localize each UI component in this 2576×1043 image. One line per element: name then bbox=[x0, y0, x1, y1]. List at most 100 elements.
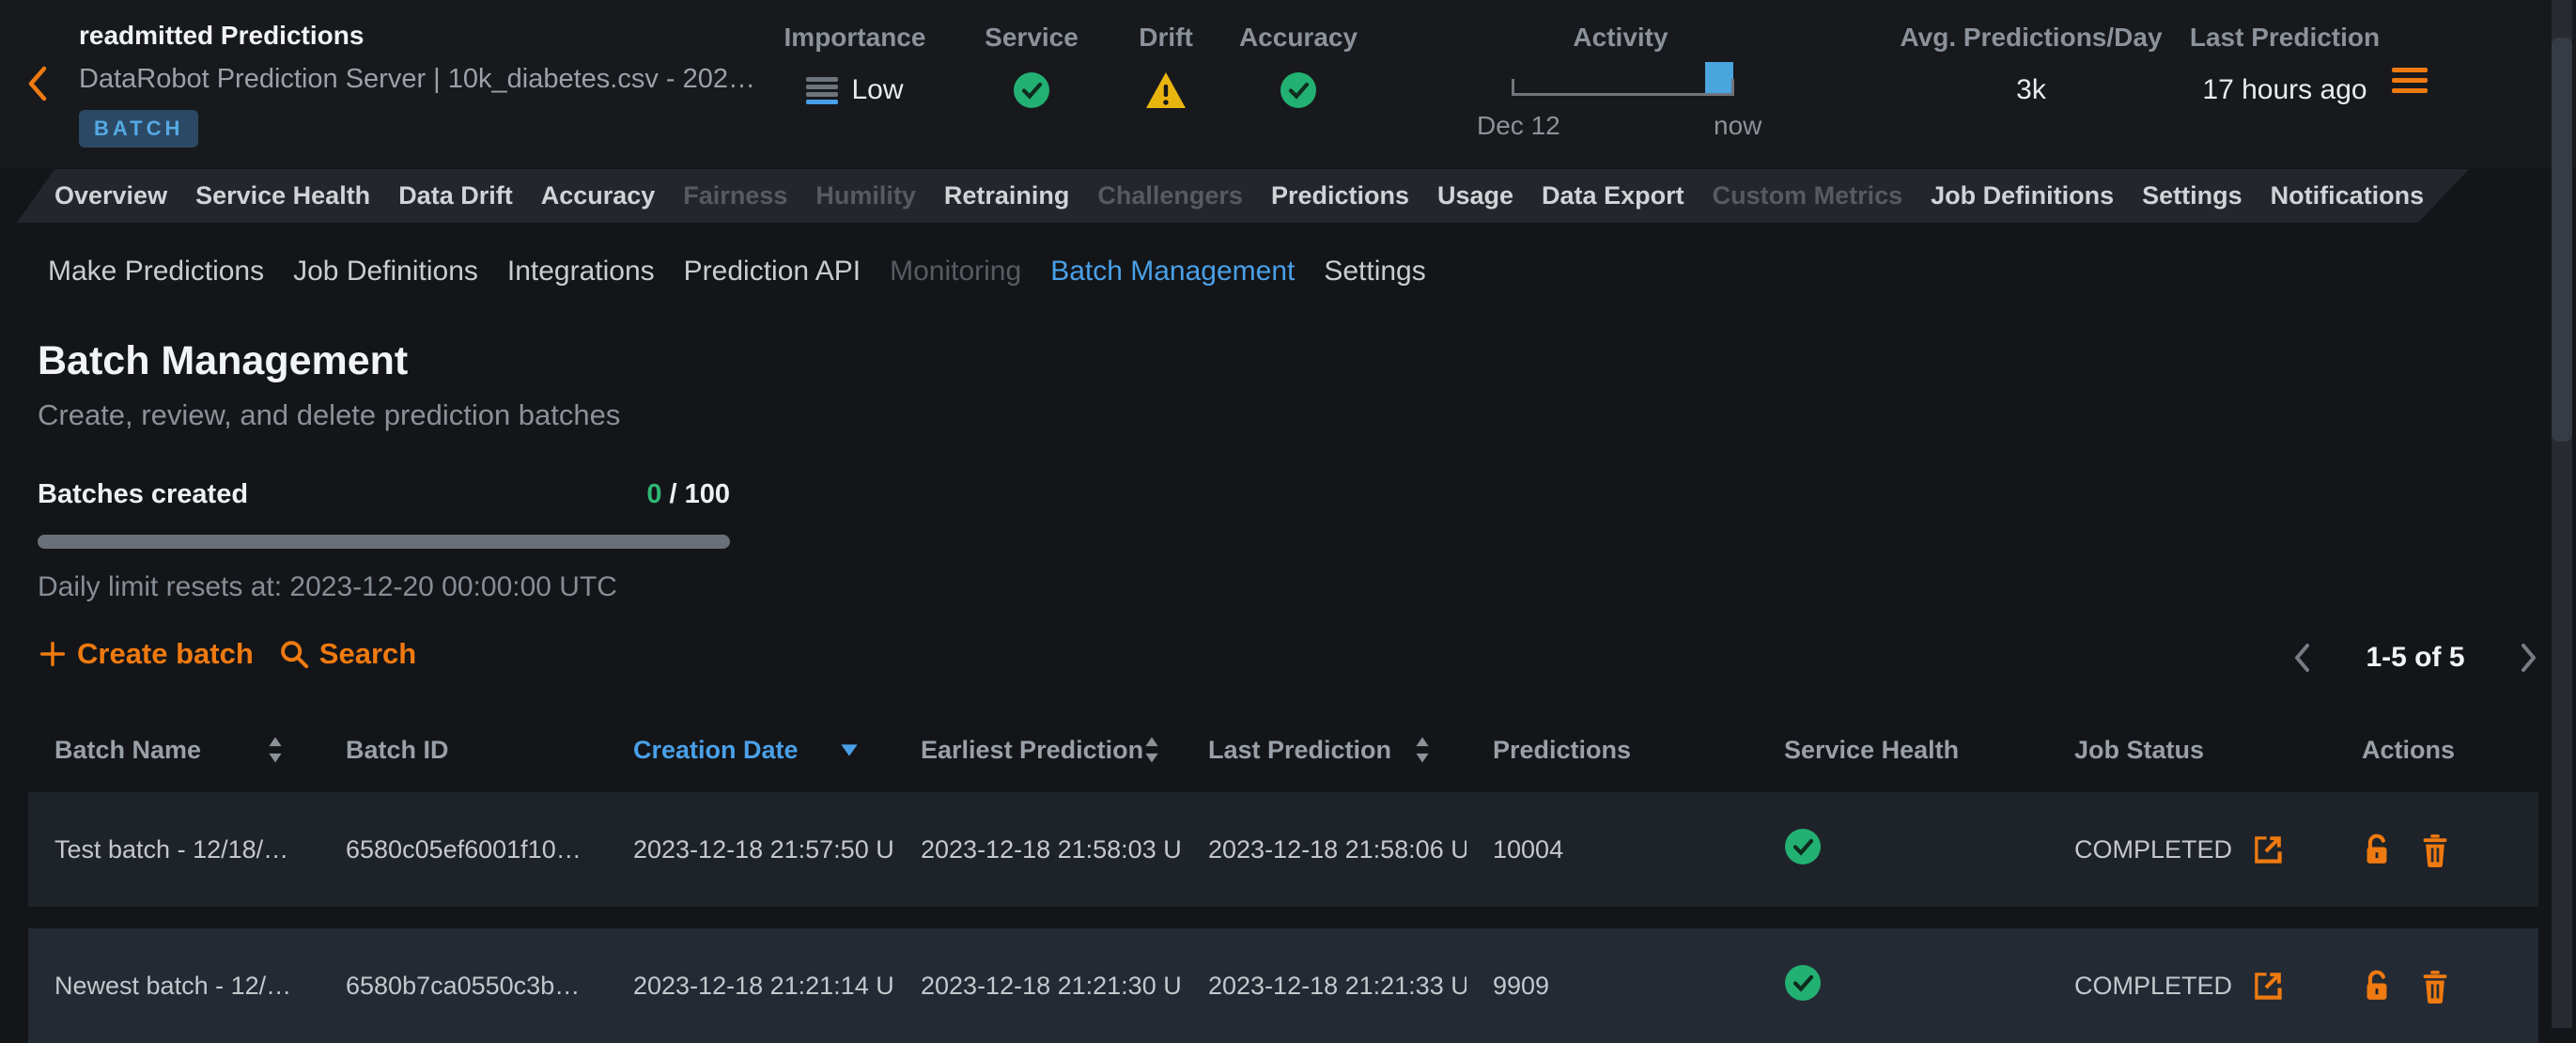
metric-label: Drift bbox=[1110, 23, 1222, 53]
activity-range-end: now bbox=[1714, 111, 1761, 141]
search-label: Search bbox=[319, 637, 416, 671]
main-tab-custom-metrics[interactable]: Custom Metrics bbox=[1713, 181, 1903, 210]
main-tab-data-export[interactable]: Data Export bbox=[1542, 181, 1684, 210]
create-batch-button[interactable]: Create batch bbox=[38, 637, 254, 671]
main-tab-humility[interactable]: Humility bbox=[815, 181, 916, 210]
metric-accuracy: Accuracy bbox=[1223, 0, 1373, 167]
metric-label: Importance bbox=[742, 23, 968, 53]
main-tab-retraining[interactable]: Retraining bbox=[944, 181, 1070, 210]
column-header-creation-date[interactable]: Creation Date bbox=[607, 724, 894, 776]
column-header-job-status: Job Status bbox=[2048, 724, 2335, 776]
quota-reset-note: Daily limit resets at: 2023-12-20 00:00:… bbox=[38, 571, 730, 603]
hamburger-icon bbox=[2392, 68, 2428, 93]
cell-predictions: 9909 bbox=[1466, 972, 1758, 1001]
column-header-actions: Actions bbox=[2335, 724, 2538, 776]
main-tab-settings[interactable]: Settings bbox=[2142, 181, 2242, 210]
sub-tab-monitoring[interactable]: Monitoring bbox=[890, 256, 1021, 288]
column-label: Batch Name bbox=[54, 736, 201, 765]
main-tab-predictions[interactable]: Predictions bbox=[1271, 181, 1409, 210]
create-batch-label: Create batch bbox=[77, 637, 254, 671]
cell-last-prediction: 2023-12-18 21:58:06 U bbox=[1182, 835, 1466, 864]
metric-drift: Drift bbox=[1110, 0, 1222, 167]
table-row[interactable]: Newest batch - 12/…6580b7ca0550c3b…2023-… bbox=[28, 928, 2538, 1043]
metric-label: Activity bbox=[1466, 23, 1776, 53]
importance-level-icon bbox=[806, 77, 838, 104]
main-tab-overview[interactable]: Overview bbox=[54, 181, 167, 210]
main-tab-job-definitions[interactable]: Job Definitions bbox=[1931, 181, 2114, 210]
deployment-menu-button[interactable] bbox=[2392, 68, 2428, 93]
column-header-batch-id: Batch ID bbox=[319, 724, 607, 776]
scrollbar-thumb[interactable] bbox=[2552, 38, 2572, 442]
back-chevron-icon bbox=[24, 64, 49, 103]
column-header-earliest-prediction[interactable]: Earliest Prediction bbox=[894, 724, 1182, 776]
main-tab-accuracy[interactable]: Accuracy bbox=[541, 181, 656, 210]
pagination: 1-5 of 5 bbox=[2292, 637, 2538, 678]
sub-tab-settings[interactable]: Settings bbox=[1324, 256, 1425, 288]
unlock-icon[interactable] bbox=[2362, 832, 2392, 867]
previous-page-button[interactable] bbox=[2292, 642, 2311, 674]
sub-tab-make-predictions[interactable]: Make Predictions bbox=[48, 256, 264, 288]
open-external-icon[interactable] bbox=[2251, 969, 2285, 1003]
page-title: Batch Management bbox=[38, 338, 408, 384]
search-button[interactable]: Search bbox=[278, 637, 416, 671]
open-external-icon[interactable] bbox=[2251, 833, 2285, 866]
service-healthy-icon bbox=[1013, 71, 1050, 109]
quota-count: 0/100 bbox=[646, 479, 730, 510]
column-header-last-prediction[interactable]: Last Prediction bbox=[1182, 724, 1466, 776]
deployment-header: readmitted Predictions DataRobot Predict… bbox=[0, 0, 2576, 167]
unlock-icon[interactable] bbox=[2362, 968, 2392, 1004]
table-header-row: Batch Name Batch IDCreation DateEarliest … bbox=[28, 724, 2538, 776]
column-label: Service Health bbox=[1784, 736, 1959, 765]
next-page-button[interactable] bbox=[2520, 642, 2538, 674]
column-label: Last Prediction bbox=[1208, 736, 1391, 765]
delete-icon[interactable] bbox=[2420, 968, 2450, 1004]
quota-progress-bar bbox=[38, 535, 730, 549]
healthy-status-icon bbox=[1784, 828, 1822, 865]
quota-label: Batches created bbox=[38, 479, 248, 510]
sub-tab-prediction-api[interactable]: Prediction API bbox=[684, 256, 861, 288]
main-tab-notifications[interactable]: Notifications bbox=[2271, 181, 2425, 210]
accuracy-healthy-icon bbox=[1280, 71, 1317, 109]
cell-earliest-prediction: 2023-12-18 21:58:03 U bbox=[894, 835, 1182, 864]
sub-tab-integrations[interactable]: Integrations bbox=[507, 256, 655, 288]
pagination-range: 1-5 of 5 bbox=[2366, 642, 2464, 674]
back-button[interactable] bbox=[24, 64, 49, 106]
column-header-predictions: Predictions bbox=[1466, 724, 1758, 776]
cell-creation-date: 2023-12-18 21:21:14 U bbox=[607, 972, 894, 1001]
drift-warning-icon bbox=[1144, 70, 1187, 110]
job-status-label: COMPLETED bbox=[2074, 835, 2232, 864]
sub-tab-batch-management[interactable]: Batch Management bbox=[1050, 256, 1295, 288]
column-label: Job Status bbox=[2074, 736, 2204, 765]
sort-toggle-icon[interactable] bbox=[1143, 736, 1160, 764]
quota-limit: 100 bbox=[685, 479, 730, 509]
cell-service-health bbox=[1758, 828, 2048, 872]
sort-desc-icon[interactable] bbox=[840, 742, 859, 757]
scrollbar-track[interactable] bbox=[2552, 0, 2572, 1028]
column-label: Predictions bbox=[1493, 736, 1631, 765]
main-tab-fairness[interactable]: Fairness bbox=[683, 181, 787, 210]
healthy-status-icon bbox=[1784, 964, 1822, 1002]
main-tab-bar: Overview Service Health Data Drift Accuracy… bbox=[17, 169, 2471, 223]
metric-importance: Importance Low bbox=[742, 0, 968, 167]
cell-job-status: COMPLETED bbox=[2048, 833, 2335, 866]
cell-actions bbox=[2335, 832, 2538, 867]
quota-used: 0 bbox=[646, 479, 661, 509]
table-row[interactable]: Test batch - 12/18/…6580c05ef6001f10…202… bbox=[28, 792, 2538, 907]
metric-label: Last Prediction bbox=[2163, 23, 2407, 53]
deployment-subtitle: DataRobot Prediction Server | 10k_diabet… bbox=[79, 64, 755, 95]
sub-tab-job-definitions[interactable]: Job Definitions bbox=[293, 256, 478, 288]
sort-toggle-icon[interactable] bbox=[267, 736, 284, 764]
column-header-batch-name[interactable]: Batch Name bbox=[28, 724, 319, 776]
job-status-label: COMPLETED bbox=[2074, 972, 2232, 1001]
main-tab-service-health[interactable]: Service Health bbox=[195, 181, 370, 210]
metric-label: Accuracy bbox=[1223, 23, 1373, 53]
cell-batch-name: Test batch - 12/18/… bbox=[28, 835, 319, 864]
sort-toggle-icon[interactable] bbox=[1414, 736, 1431, 764]
cell-actions bbox=[2335, 968, 2538, 1004]
main-tab-data-drift[interactable]: Data Drift bbox=[398, 181, 513, 210]
main-tab-challengers[interactable]: Challengers bbox=[1097, 181, 1243, 210]
chevron-left-icon bbox=[2292, 642, 2311, 674]
chevron-right-icon bbox=[2520, 642, 2538, 674]
main-tab-usage[interactable]: Usage bbox=[1437, 181, 1513, 210]
delete-icon[interactable] bbox=[2420, 832, 2450, 867]
